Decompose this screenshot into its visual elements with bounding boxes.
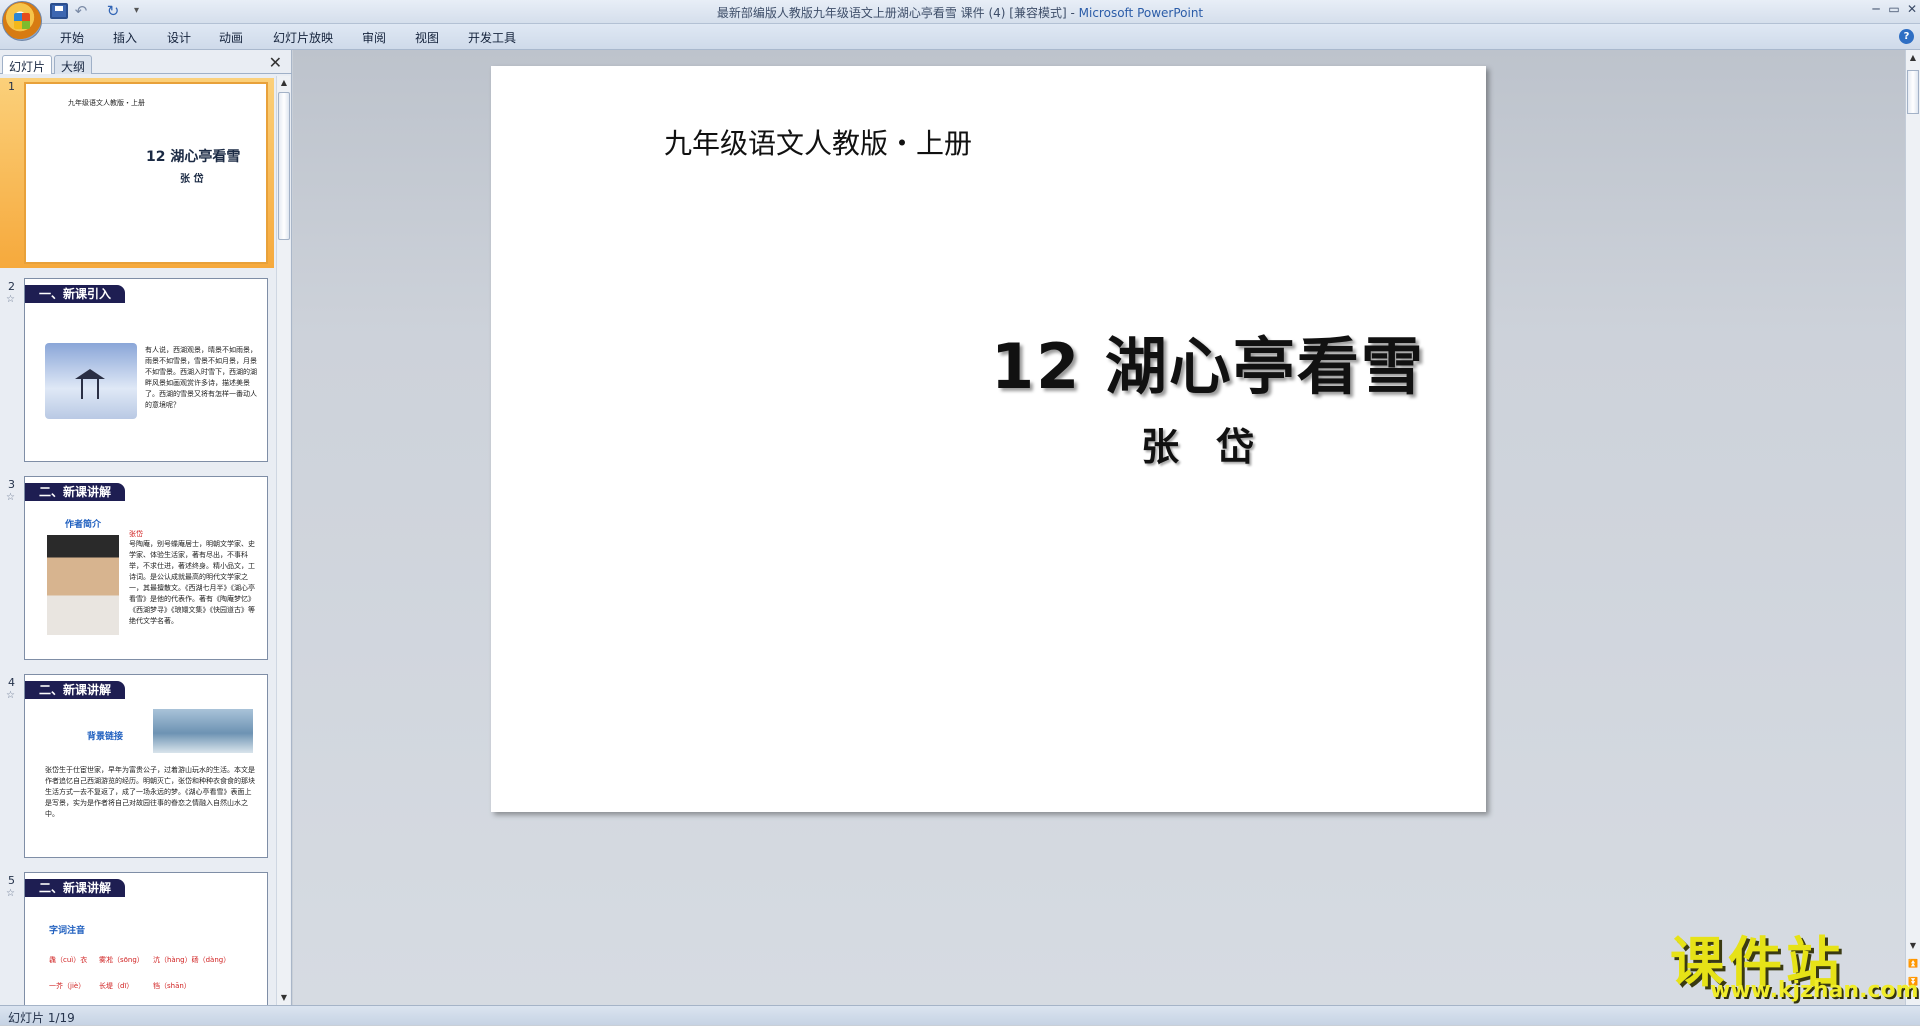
current-slide[interactable]: 九年级语文人教版・上册 12 湖心亭看雪 张 岱: [491, 66, 1486, 812]
slide-editor[interactable]: 九年级语文人教版・上册 12 湖心亭看雪 张 岱: [293, 50, 1905, 1005]
thumb-label: 字词注音: [49, 926, 86, 936]
slides-panel: 幻灯片 大纲 ✕ 1 九年级语文人教版・上册 12 湖心亭看雪 张 岱 2 ☆ …: [0, 50, 292, 1005]
editor-scrollbar[interactable]: ▲ ▼ ⏫ ⏬: [1905, 50, 1920, 1005]
help-icon[interactable]: ?: [1899, 29, 1914, 44]
thumb-subtitle: 九年级语文人教版・上册: [68, 99, 145, 107]
animation-star-icon: ☆: [6, 690, 15, 701]
animation-star-icon: ☆: [6, 492, 15, 503]
office-logo-icon: [14, 13, 30, 29]
lake-boat-image: [153, 709, 253, 753]
tab-outline[interactable]: 大纲: [54, 55, 93, 74]
office-button[interactable]: [2, 1, 42, 41]
thumb-word: 沆（hàng）砀（dàng）: [153, 956, 231, 964]
slide-thumbnail-4[interactable]: 4 ☆ 二、新课讲解 背景链接 张岱生于仕宦世家，早年为富贵公子，过着游山玩水的…: [0, 674, 274, 864]
slide-thumbnail-1[interactable]: 1 九年级语文人教版・上册 12 湖心亭看雪 张 岱: [0, 78, 274, 268]
tab-home[interactable]: 开始: [60, 29, 84, 46]
slide-thumbnail-5[interactable]: 5 ☆ 二、新课讲解 字词注音 毳（cuì）衣 雾凇（sōng） 沆（hàng）…: [0, 872, 274, 1005]
window-title: 最新部编版人教版九年级语文上册湖心亭看雪 课件 (4) [兼容模式] - Mic…: [716, 6, 1204, 20]
thumb-word: 雾凇（sōng）: [99, 956, 144, 964]
scroll-down-icon[interactable]: ▼: [1907, 940, 1919, 952]
slide-author[interactable]: 张 岱: [1141, 416, 1266, 471]
tab-animations[interactable]: 动画: [219, 29, 243, 46]
panel-scrollbar[interactable]: ▲ ▼: [276, 76, 290, 1005]
animation-star-icon: ☆: [6, 294, 15, 305]
thumb-word: 一芥（jiè）: [49, 982, 86, 990]
panel-tabs: 幻灯片 大纲 ✕: [0, 52, 292, 74]
thumb-label: 作者简介: [65, 520, 102, 530]
slide-number: 2: [8, 280, 15, 293]
previous-slide-icon[interactable]: ⏫: [1907, 958, 1919, 970]
maximize-button[interactable]: ▭: [1884, 1, 1904, 19]
ribbon-tabs: 开始 插入 设计 动画 幻灯片放映 审阅 视图 开发工具 ?: [0, 24, 1920, 50]
scroll-up-icon[interactable]: ▲: [1907, 52, 1919, 64]
thumb-header: 一、新课引入: [25, 285, 126, 303]
snow-pavilion-image: [45, 343, 137, 419]
thumb-text: 号陶庵，别号蝶庵居士，明朝文学家、史学家、体验生活家，著有尽出，不事科举，不求仕…: [129, 540, 255, 625]
slide-counter: 幻灯片 1/19: [8, 1011, 75, 1025]
thumb-word: 铛（shān）: [153, 982, 191, 990]
scroll-thumb[interactable]: [1907, 70, 1919, 114]
slide-number: 4: [8, 676, 15, 689]
thumb-text: 有人说，西湖观景，晴景不如雨景，雨景不如雪景，雪景不如月景，月景不如雪景。西湖入…: [145, 346, 257, 409]
minimize-button[interactable]: ─: [1866, 1, 1886, 19]
kjzhan-watermark: 课件站 www.kjzhan.com: [1670, 918, 1919, 1003]
title-bar: ↶ ↻ ▾ 最新部编版人教版九年级语文上册湖心亭看雪 课件 (4) [兼容模式]…: [0, 0, 1920, 41]
status-bar: 幻灯片 1/19: [0, 1005, 1920, 1025]
tab-design[interactable]: 设计: [167, 29, 191, 46]
slide-preview: 二、新课讲解 作者简介 张岱 号陶庵，别号蝶庵居士，明朝文学家、史学家、体验生活…: [24, 476, 268, 660]
slide-title[interactable]: 12 湖心亭看雪: [991, 316, 1425, 406]
panel-close-icon[interactable]: ✕: [269, 53, 282, 72]
thumb-header: 二、新课讲解: [25, 681, 126, 699]
tab-view[interactable]: 视图: [415, 29, 439, 46]
slide-thumbnail-2[interactable]: 2 ☆ 一、新课引入 有人说，西湖观景，晴景不如雨景，雨景不如雪景，雪景不如月景…: [0, 278, 274, 468]
scroll-down-icon[interactable]: ▼: [278, 992, 290, 1004]
slide-number: 5: [8, 874, 15, 887]
thumb-author: 张 岱: [180, 174, 204, 185]
slide-thumbnail-3[interactable]: 3 ☆ 二、新课讲解 作者简介 张岱 号陶庵，别号蝶庵居士，明朝文学家、史学家、…: [0, 476, 274, 666]
slide-subtitle[interactable]: 九年级语文人教版・上册: [664, 122, 972, 162]
slide-preview: 九年级语文人教版・上册 12 湖心亭看雪 张 岱: [24, 82, 268, 264]
thumb-header: 二、新课讲解: [25, 879, 126, 897]
slide-number: 1: [8, 80, 15, 93]
watermark-url: www.kjzhan.com: [1710, 978, 1919, 1003]
thumb-label: 背景链接: [87, 732, 124, 742]
slide-preview: 二、新课讲解 背景链接 张岱生于仕宦世家，早年为富贵公子，过着游山玩水的生活。本…: [24, 674, 268, 858]
tab-slides[interactable]: 幻灯片: [2, 55, 53, 74]
tab-insert[interactable]: 插入: [113, 29, 137, 46]
author-portrait-image: [47, 535, 119, 635]
animation-star-icon: ☆: [6, 888, 15, 899]
thumbnail-list[interactable]: 1 九年级语文人教版・上册 12 湖心亭看雪 张 岱 2 ☆ 一、新课引入 有人…: [0, 76, 274, 1005]
thumb-title: 12 湖心亭看雪: [146, 149, 241, 165]
slide-number: 3: [8, 478, 15, 491]
thumb-text: 张岱生于仕宦世家，早年为富贵公子，过着游山玩水的生活。本文是作者追忆自己西湖游览…: [45, 766, 255, 818]
thumb-header: 二、新课讲解: [25, 483, 126, 501]
scroll-up-icon[interactable]: ▲: [278, 77, 290, 89]
thumb-word: 长堤（dī）: [99, 982, 134, 990]
scroll-thumb[interactable]: [278, 92, 290, 240]
tab-developer[interactable]: 开发工具: [468, 29, 516, 46]
tab-slideshow[interactable]: 幻灯片放映: [273, 29, 333, 46]
slide-preview: 二、新课讲解 字词注音 毳（cuì）衣 雾凇（sōng） 沆（hàng）砀（dà…: [24, 872, 268, 1005]
app-name: Microsoft PowerPoint: [1078, 6, 1204, 20]
tab-review[interactable]: 审阅: [362, 29, 386, 46]
slide-preview: 一、新课引入 有人说，西湖观景，晴景不如雨景，雨景不如雪景，雪景不如月景，月景不…: [24, 278, 268, 462]
close-button[interactable]: ✕: [1902, 1, 1920, 19]
thumb-word: 毳（cuì）衣: [49, 956, 88, 964]
thumb-name: 张岱: [129, 530, 143, 538]
